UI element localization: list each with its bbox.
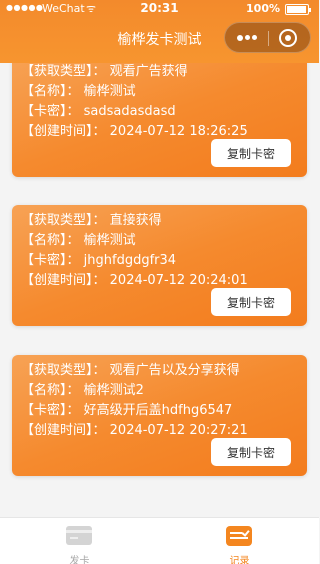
created-value: 2024-07-12 18:26:25 (109, 124, 248, 139)
record-card: 【获取类型】： 直接获得 【名称】： 榆桦测试 【卡密】： jhghfdgdgf… (12, 205, 307, 326)
capsule-divider (268, 31, 269, 46)
record-key-row: 【卡密】： sadsadasdasd (21, 102, 298, 122)
record-name-row: 【名称】： 榆桦测试 (21, 82, 298, 102)
type-value: 直接获得 (109, 213, 162, 228)
tab-issue-card[interactable]: 发卡 (0, 518, 159, 564)
record-card: 【获取类型】： 观看广告获得 【名称】： 榆桦测试 【卡密】： sadsadas… (12, 63, 307, 177)
key-label: 【卡密】： (21, 403, 80, 418)
created-label: 【创建时间】： (21, 273, 106, 288)
key-label: 【卡密】： (21, 253, 80, 268)
close-miniprogram-icon[interactable] (279, 29, 297, 47)
record-key-row: 【卡密】： jhghfdgdgfr34 (21, 251, 298, 271)
name-label: 【名称】： (21, 84, 80, 99)
name-value: 榆桦测试 (83, 233, 136, 248)
created-value: 2024-07-12 20:24:01 (109, 273, 248, 288)
battery-icon (285, 4, 311, 15)
record-type-row: 【获取类型】： 观看广告获得 (21, 63, 298, 82)
record-key-row: 【卡密】： 好高级开后盖hdfhg6547 (21, 401, 298, 421)
record-card: 【获取类型】： 观看广告以及分享获得 【名称】： 榆桦测试2 【卡密】： 好高级… (12, 355, 307, 476)
copy-key-button[interactable]: 复制卡密 (211, 288, 291, 316)
name-label: 【名称】： (21, 233, 80, 248)
miniprogram-capsule (224, 22, 311, 53)
key-value: 好高级开后盖hdfhg6547 (83, 403, 233, 418)
app-screen: ●●●●● WeChat ᯤ 20:31 100% 榆桦发卡测试 【获取类型】：… (0, 0, 319, 564)
tab-records[interactable]: 记录 (160, 518, 319, 564)
created-label: 【创建时间】： (21, 124, 106, 139)
tab-label: 发卡 (69, 556, 90, 564)
type-label: 【获取类型】： (21, 213, 106, 228)
top-bar: ●●●●● WeChat ᯤ 20:31 100% 榆桦发卡测试 (0, 0, 319, 63)
key-value: sadsadasdasd (83, 104, 176, 119)
record-list-icon (226, 526, 252, 546)
battery-percent: 100% (246, 2, 280, 15)
record-list[interactable]: 【获取类型】： 观看广告获得 【名称】： 榆桦测试 【卡密】： sadsadas… (0, 63, 319, 517)
key-label: 【卡密】： (21, 104, 80, 119)
card-icon (66, 526, 92, 545)
created-value: 2024-07-12 20:27:21 (109, 423, 248, 438)
record-name-row: 【名称】： 榆桦测试 (21, 231, 298, 251)
bottom-tab-bar: 发卡 记录 (0, 517, 319, 564)
copy-key-button[interactable]: 复制卡密 (211, 139, 291, 167)
type-label: 【获取类型】： (21, 64, 106, 79)
status-bar: ●●●●● WeChat ᯤ 20:31 100% (0, 0, 319, 18)
created-label: 【创建时间】： (21, 423, 106, 438)
record-type-row: 【获取类型】： 直接获得 (21, 211, 298, 231)
type-value: 观看广告获得 (109, 64, 188, 79)
type-label: 【获取类型】： (21, 363, 106, 378)
copy-key-button[interactable]: 复制卡密 (211, 438, 291, 466)
name-value: 榆桦测试 (83, 84, 136, 99)
name-label: 【名称】： (21, 383, 80, 398)
type-value: 观看广告以及分享获得 (109, 363, 240, 378)
name-value: 榆桦测试2 (83, 383, 144, 398)
tab-label: 记录 (229, 556, 250, 564)
record-name-row: 【名称】： 榆桦测试2 (21, 381, 298, 401)
record-type-row: 【获取类型】： 观看广告以及分享获得 (21, 361, 298, 381)
key-value: jhghfdgdgfr34 (83, 253, 177, 268)
